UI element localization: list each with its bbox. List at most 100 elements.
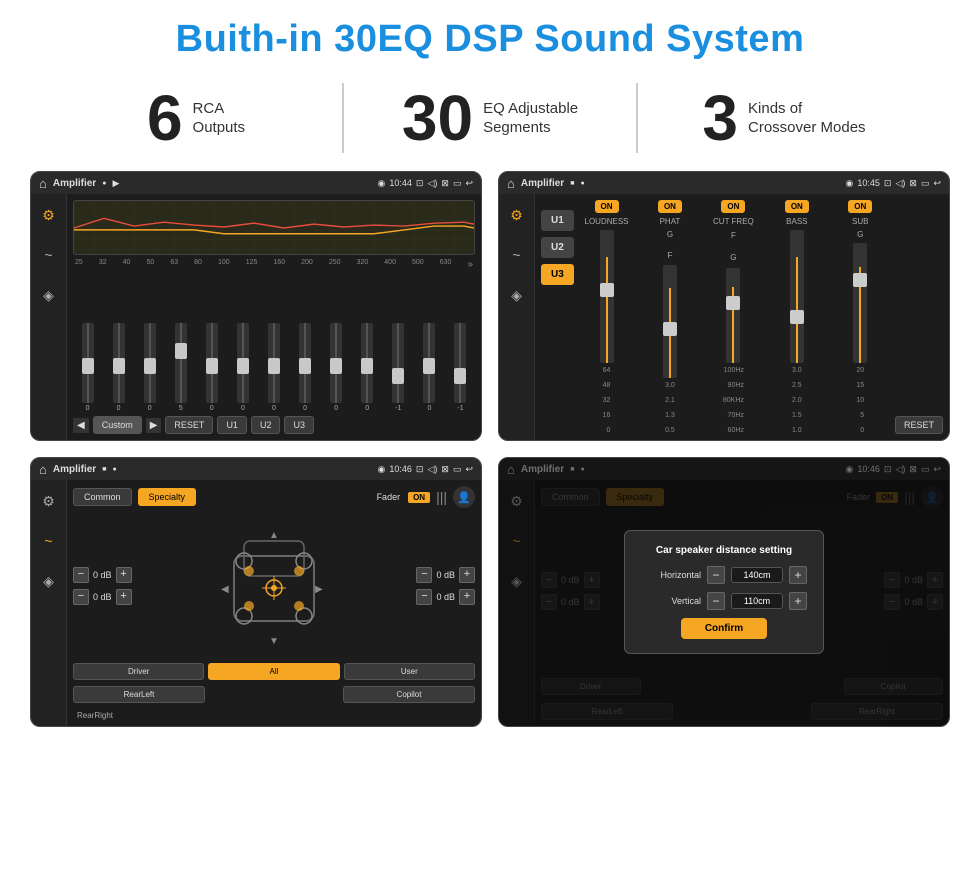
eq-u3-btn[interactable]: U3	[284, 416, 314, 434]
bass-slider[interactable]	[790, 230, 804, 363]
slider-track-12[interactable]	[423, 323, 435, 403]
crossover-status-bar: Amplifier ■ ● ◉ 10:45 ⊡ ◁) ⊠ ▭ ↩	[499, 172, 949, 194]
home-icon-2[interactable]	[507, 176, 515, 191]
dialog-vertical-plus[interactable]: +	[789, 592, 807, 610]
loudness-toggle[interactable]: ON	[595, 200, 619, 213]
db-minus-4[interactable]: −	[416, 589, 432, 605]
speaker-icon-2[interactable]: ◈	[504, 282, 530, 308]
slider-col-12: 0	[415, 323, 444, 412]
bass-nums: 3.02.52.01.51.0	[792, 367, 802, 434]
dialog-overlay: Car speaker distance setting Horizontal …	[499, 458, 949, 726]
eq-u1-btn[interactable]: U1	[217, 416, 247, 434]
wave-icon-2[interactable]: ~	[504, 242, 530, 268]
slider-track-6[interactable]	[237, 323, 249, 403]
user-btn[interactable]: User	[344, 663, 475, 680]
fader-specialty-tab[interactable]: Specialty	[138, 488, 197, 506]
u2-btn[interactable]: U2	[541, 237, 574, 258]
phat-slider[interactable]	[663, 265, 677, 378]
driver-btn[interactable]: Driver	[73, 663, 204, 680]
u1-btn[interactable]: U1	[541, 210, 574, 231]
rect-icon-2: ▭	[921, 178, 930, 189]
sub-slider[interactable]	[853, 243, 867, 363]
stat-divider-2	[636, 83, 638, 153]
svg-text:▲: ▲	[269, 530, 279, 541]
phat-toggle[interactable]: ON	[658, 200, 682, 213]
pin-icon-2: ◉	[846, 178, 854, 189]
slider-track-4[interactable]	[175, 323, 187, 403]
slider-track-9[interactable]	[330, 323, 342, 403]
stat-eq: 30 EQ AdjustableSegments	[354, 86, 626, 150]
fader-app-name: Amplifier	[53, 464, 96, 475]
crossover-panel: U1 U2 U3 ON LOUDNESS	[535, 194, 949, 440]
fader-dot2: ●	[112, 466, 116, 473]
slider-track-1[interactable]	[82, 323, 94, 403]
dialog-horizontal-minus[interactable]: −	[707, 566, 725, 584]
box-icon-3: ⊠	[441, 464, 449, 475]
back-icon-2[interactable]: ↩	[933, 178, 941, 189]
back-icon[interactable]: ↩	[465, 178, 473, 189]
slider-track-11[interactable]	[392, 323, 404, 403]
eq-custom-btn[interactable]: Custom	[93, 416, 142, 434]
copilot-btn[interactable]: Copilot	[343, 686, 475, 703]
db-plus-4[interactable]: +	[459, 589, 475, 605]
dialog-vertical-label: Vertical	[641, 596, 701, 606]
speaker-icon-3[interactable]: ◈	[36, 568, 62, 594]
eq-sliders: 0 0 0 5	[73, 273, 475, 412]
wave-icon-3[interactable]: ~	[36, 528, 62, 554]
fader-main: ⚙ ~ ◈ Common Specialty Fader ON	[31, 480, 481, 726]
crossover-reset-btn[interactable]: RESET	[895, 416, 943, 434]
db-plus-1[interactable]: +	[116, 567, 132, 583]
eq-screen: Amplifier ● ▶ ◉ 10:44 ⊡ ◁) ⊠ ▭ ↩	[30, 171, 482, 441]
slider-col-11: -1	[384, 323, 413, 412]
ctrl-phat: ON PHAT GF 3.02.11.30.5	[641, 200, 698, 434]
eq-panel: 2532405063 80100125160200 25032040050063…	[67, 194, 481, 440]
slider-val-6: 0	[241, 405, 245, 412]
eq-icon-3[interactable]: ⚙	[36, 488, 62, 514]
slider-track-7[interactable]	[268, 323, 280, 403]
slider-val-9: 0	[334, 405, 338, 412]
slider-col-9: 0	[322, 323, 351, 412]
back-icon-3[interactable]: ↩	[465, 464, 473, 475]
eq-icon-active[interactable]: ⚙	[36, 202, 62, 228]
wave-icon[interactable]: ~	[36, 242, 62, 268]
fader-common-tab[interactable]: Common	[73, 488, 132, 506]
dialog-horizontal-plus[interactable]: +	[789, 566, 807, 584]
fader-car-screen: Amplifier ■ ● ◉ 10:46 ⊡ ◁) ⊠ ▭ ↩	[31, 458, 481, 726]
db-minus-3[interactable]: −	[416, 567, 432, 583]
cutfreq-slider[interactable]	[726, 268, 740, 363]
slider-track-5[interactable]	[206, 323, 218, 403]
fader-time: 10:46	[389, 464, 412, 474]
eq-reset-btn[interactable]: RESET	[165, 416, 213, 434]
eq-prev-btn[interactable]: ◀	[73, 418, 89, 433]
slider-track-13[interactable]	[454, 323, 466, 403]
eq-icon-2[interactable]: ⚙	[504, 202, 530, 228]
phat-nums: 3.02.11.30.5	[665, 382, 675, 434]
db-plus-3[interactable]: +	[459, 567, 475, 583]
all-btn[interactable]: All	[208, 663, 339, 680]
home-icon-3[interactable]	[39, 462, 47, 477]
stat-rca: 6 RCAOutputs	[60, 86, 332, 150]
eq-u2-btn[interactable]: U2	[251, 416, 281, 434]
sub-toggle[interactable]: ON	[848, 200, 872, 213]
rearleft-btn[interactable]: RearLeft	[73, 686, 205, 703]
cutfreq-toggle[interactable]: ON	[721, 200, 745, 213]
fader-dot1: ■	[102, 466, 106, 473]
speaker-icon[interactable]: ◈	[36, 282, 62, 308]
dialog-vertical-minus[interactable]: −	[707, 592, 725, 610]
db-minus-2[interactable]: −	[73, 589, 89, 605]
bass-toggle[interactable]: ON	[785, 200, 809, 213]
slider-track-8[interactable]	[299, 323, 311, 403]
cutfreq-nums: 100Hz90Hz80KHz70Hz60Hz	[723, 367, 744, 434]
slider-track-3[interactable]	[144, 323, 156, 403]
db-plus-2[interactable]: +	[116, 589, 132, 605]
loudness-slider[interactable]	[600, 230, 614, 363]
slider-val-2: 0	[117, 405, 121, 412]
home-icon[interactable]	[39, 176, 47, 191]
eq-next-btn[interactable]: ▶	[146, 418, 162, 433]
slider-track-10[interactable]	[361, 323, 373, 403]
slider-col-6: 0	[228, 323, 257, 412]
u3-btn[interactable]: U3	[541, 264, 574, 285]
db-minus-1[interactable]: −	[73, 567, 89, 583]
slider-track-2[interactable]	[113, 323, 125, 403]
dialog-confirm-button[interactable]: Confirm	[681, 618, 767, 639]
